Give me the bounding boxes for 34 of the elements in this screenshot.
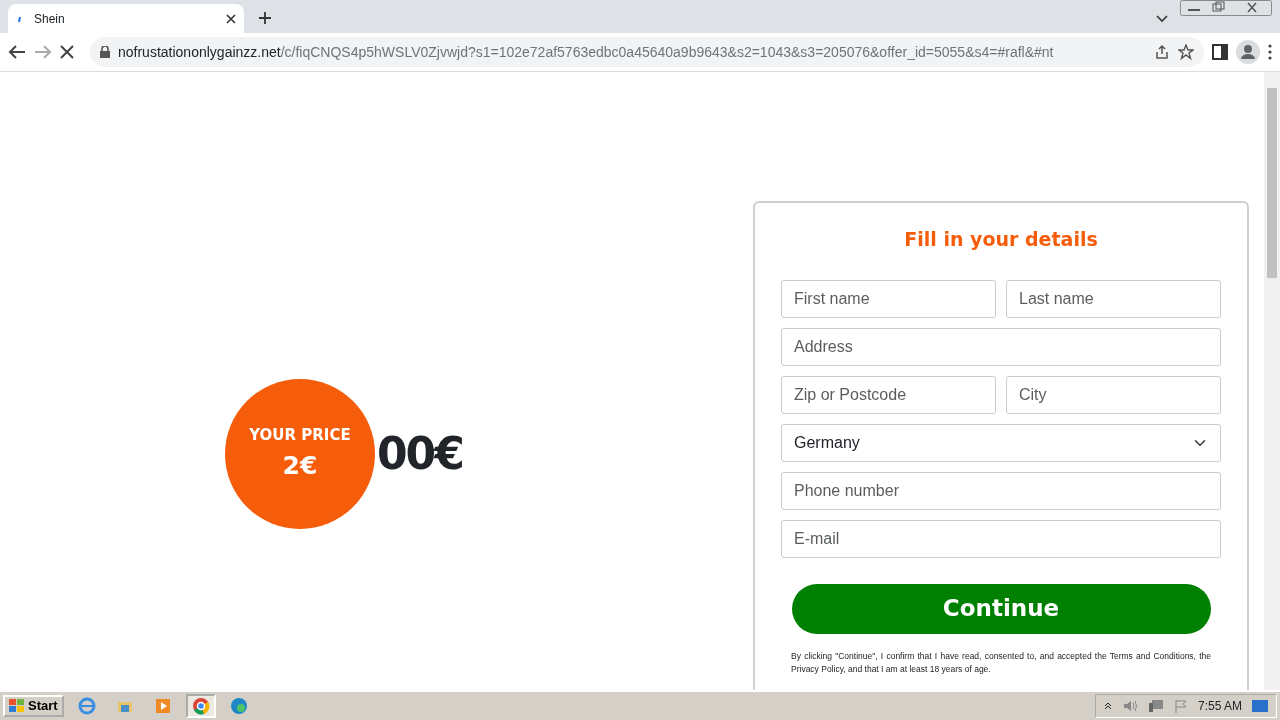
input-field[interactable]: E-mail xyxy=(781,519,1221,558)
input-field[interactable]: City xyxy=(1006,375,1221,414)
browser-tab[interactable]: Shein xyxy=(8,4,244,33)
edge-icon[interactable] xyxy=(229,697,248,715)
old-price: 00€ xyxy=(377,427,463,481)
input-field[interactable]: Phone number xyxy=(781,471,1221,510)
profile-icon[interactable] xyxy=(1236,40,1260,64)
window-controls-icon[interactable] xyxy=(1180,0,1272,16)
continue-button[interactable]: Continue xyxy=(791,583,1211,634)
clock: 7:55 AM xyxy=(1197,698,1242,715)
back-icon[interactable] xyxy=(8,44,26,60)
lock-icon xyxy=(100,46,110,58)
chevron-down-icon[interactable] xyxy=(1156,15,1168,23)
share-icon[interactable] xyxy=(1154,44,1170,60)
star-icon[interactable] xyxy=(1178,44,1194,60)
windows-logo-icon xyxy=(9,699,25,713)
menu-icon[interactable] xyxy=(1268,44,1272,60)
input-field[interactable]: Last name xyxy=(1006,279,1221,318)
scrollbar[interactable] xyxy=(1264,72,1280,690)
input-field[interactable]: First name xyxy=(781,279,996,318)
close-icon[interactable] xyxy=(226,13,236,24)
input-field[interactable]: Zip or Postcode xyxy=(781,375,996,414)
input-field[interactable]: Address xyxy=(781,327,1221,366)
country-select[interactable]: Germany xyxy=(781,423,1221,462)
chevron-up-icon[interactable] xyxy=(1103,702,1112,710)
side-panel-icon[interactable] xyxy=(1212,44,1228,60)
new-tab-icon[interactable] xyxy=(258,11,272,25)
start-button[interactable]: Start xyxy=(3,695,64,717)
form-title: Fill in your details xyxy=(903,227,1099,252)
network-icon[interactable] xyxy=(1147,699,1164,713)
consent-text: By clicking "Continue", I confirm that I have read, consented to, and accepted the Terms and Conditions, the Privacy Policy, and that I am at least 18 years of age. xyxy=(791,649,1211,677)
chrome-icon[interactable] xyxy=(191,697,210,715)
price-badge: YOUR PRICE 2€ xyxy=(225,379,375,529)
stop-loading-icon[interactable] xyxy=(60,45,74,59)
